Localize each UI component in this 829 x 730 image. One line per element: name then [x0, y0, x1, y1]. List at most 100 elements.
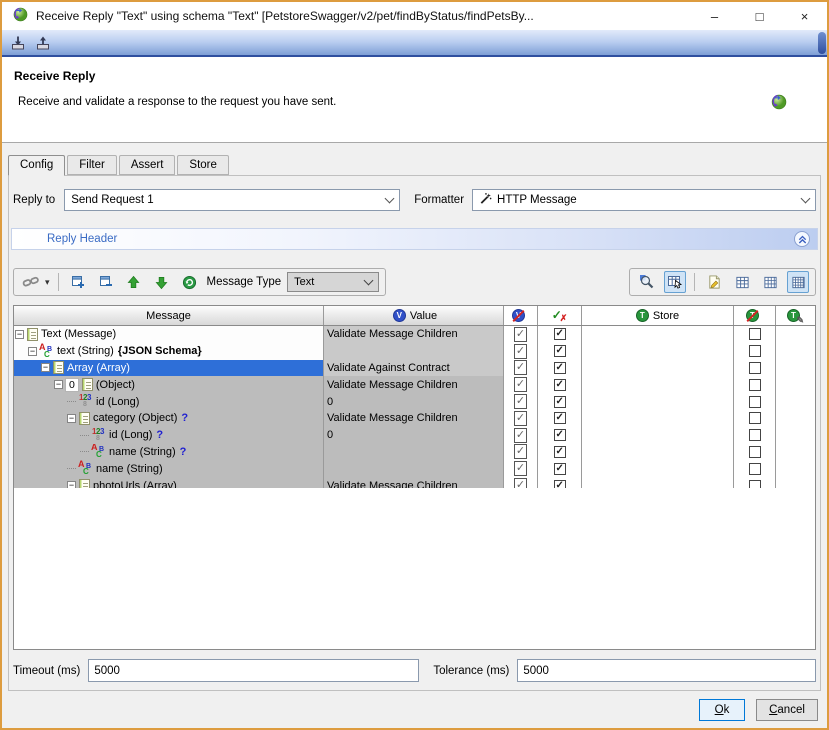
enabled-checkbox[interactable] [554, 412, 566, 424]
validate-checkbox[interactable]: ✓ [514, 360, 527, 375]
store-checkbox[interactable] [749, 362, 761, 374]
enabled-checkbox[interactable] [554, 379, 566, 391]
cancel-button[interactable]: Cancel [756, 699, 818, 721]
store-checkbox[interactable] [749, 446, 761, 458]
validate-checkbox[interactable]: ✓ [514, 411, 527, 426]
store-cell[interactable] [582, 360, 734, 377]
move-down-icon[interactable] [151, 271, 173, 293]
validate-checkbox[interactable]: ✓ [514, 461, 527, 476]
message-cell[interactable]: ABCname (String) [14, 460, 324, 477]
value-cell[interactable] [324, 444, 504, 461]
message-cell[interactable]: −photoUrls (Array) [14, 477, 324, 487]
enabled-checkbox[interactable] [554, 396, 566, 408]
reply-header-section[interactable]: Reply Header [11, 228, 818, 250]
validate-checkbox[interactable]: ✓ [514, 444, 527, 459]
tree-row[interactable]: ABCname (String)? ✓ [14, 444, 815, 461]
collapse-all-icon[interactable] [95, 271, 117, 293]
store-cell[interactable] [582, 477, 734, 487]
edit-document-icon[interactable] [703, 271, 725, 293]
move-up-icon[interactable] [123, 271, 145, 293]
value-cell[interactable]: Validate Message Children [324, 477, 504, 487]
table-select-icon[interactable] [664, 271, 686, 293]
collapse-node-icon[interactable]: − [28, 347, 37, 356]
tree-row[interactable]: ABCname (String) ✓ [14, 460, 815, 477]
value-cell[interactable]: Validate Against Contract [324, 360, 504, 377]
tree-row[interactable]: −ABCtext (String){JSON Schema} ✓ [14, 343, 815, 360]
formatter-select[interactable]: HTTP Message [472, 189, 816, 211]
store-cell[interactable] [582, 444, 734, 461]
message-cell[interactable]: −Array (Array) [14, 360, 324, 377]
enabled-checkbox[interactable] [554, 328, 566, 340]
enabled-checkbox[interactable] [554, 480, 566, 488]
store-cell[interactable] [582, 393, 734, 410]
grid-compact-icon[interactable] [759, 271, 781, 293]
store-cell[interactable] [582, 343, 734, 360]
collapse-node-icon[interactable]: − [67, 414, 76, 423]
enabled-checkbox[interactable] [554, 345, 566, 357]
value-cell[interactable]: Validate Message Children [324, 326, 504, 343]
zoom-icon[interactable] [636, 271, 658, 293]
value-cell[interactable]: 0 [324, 427, 504, 444]
message-cell[interactable]: 1238id (Long)? [14, 427, 324, 444]
column-store[interactable]: T Store [582, 306, 734, 325]
store-checkbox[interactable] [749, 480, 761, 488]
store-checkbox[interactable] [749, 463, 761, 475]
validate-checkbox[interactable]: ✓ [514, 344, 527, 359]
grid-full-icon[interactable] [787, 271, 809, 293]
tree-row[interactable]: −Text (Message)Validate Message Children… [14, 326, 815, 343]
column-message[interactable]: Message [14, 306, 324, 325]
tolerance-input[interactable] [517, 659, 816, 682]
store-checkbox[interactable] [749, 379, 761, 391]
message-cell[interactable]: −Text (Message) [14, 326, 324, 343]
message-cell[interactable]: −0(Object) [14, 376, 324, 393]
value-cell[interactable]: Validate Message Children [324, 410, 504, 427]
value-cell[interactable] [324, 343, 504, 360]
column-no-validate[interactable]: V [504, 306, 538, 325]
validate-checkbox[interactable]: ✓ [514, 394, 527, 409]
validate-checkbox[interactable]: ✓ [514, 377, 527, 392]
value-cell[interactable] [324, 460, 504, 477]
tree-row[interactable]: 1238id (Long)0 ✓ [14, 393, 815, 410]
store-cell[interactable] [582, 460, 734, 477]
tab-filter[interactable]: Filter [67, 155, 117, 175]
column-validation-toggle[interactable]: ✓✗ [538, 306, 582, 325]
tree-row[interactable]: −0(Object)Validate Message Children ✓ [14, 376, 815, 393]
message-cell[interactable]: 1238id (Long) [14, 393, 324, 410]
tree-row[interactable]: −photoUrls (Array)Validate Message Child… [14, 477, 815, 487]
tree-row[interactable]: −category (Object)?Validate Message Chil… [14, 410, 815, 427]
grid-columns-icon[interactable] [731, 271, 753, 293]
store-checkbox[interactable] [749, 345, 761, 357]
timeout-input[interactable] [88, 659, 419, 682]
store-checkbox[interactable] [749, 396, 761, 408]
validate-checkbox[interactable]: ✓ [514, 327, 527, 342]
export-icon[interactable] [34, 34, 51, 51]
tree-row[interactable]: −Array (Array)Validate Against Contract ✓ [14, 360, 815, 377]
collapse-node-icon[interactable]: − [41, 363, 50, 372]
array-index-cell[interactable]: 0 [65, 378, 79, 392]
close-button[interactable]: × [782, 2, 827, 30]
tree-row[interactable]: 1238id (Long)?0✓ [14, 427, 815, 444]
column-store-edit[interactable]: T [776, 306, 815, 325]
message-cell[interactable]: ABCname (String)? [14, 444, 324, 461]
ok-button[interactable]: Ok [699, 699, 745, 721]
collapse-node-icon[interactable]: − [15, 330, 24, 339]
collapse-section-button[interactable] [794, 231, 810, 247]
link-dropdown-caret[interactable]: ▾ [45, 277, 50, 288]
maximize-button[interactable]: □ [737, 2, 782, 30]
value-cell[interactable]: Validate Message Children [324, 376, 504, 393]
enabled-checkbox[interactable] [554, 446, 566, 458]
enabled-checkbox[interactable] [554, 362, 566, 374]
message-cell[interactable]: −category (Object)? [14, 410, 324, 427]
enabled-checkbox[interactable] [554, 463, 566, 475]
minimize-button[interactable]: – [692, 2, 737, 30]
store-cell[interactable] [582, 410, 734, 427]
message-cell[interactable]: −ABCtext (String){JSON Schema} [14, 343, 324, 360]
column-value[interactable]: V Value [324, 306, 504, 325]
tab-config[interactable]: Config [8, 155, 65, 176]
enabled-checkbox[interactable] [554, 429, 566, 441]
refresh-icon[interactable] [179, 271, 201, 293]
store-checkbox[interactable] [749, 328, 761, 340]
tab-assert[interactable]: Assert [119, 155, 176, 175]
reply-to-select[interactable]: Send Request 1 [64, 189, 400, 211]
value-cell[interactable]: 0 [324, 393, 504, 410]
